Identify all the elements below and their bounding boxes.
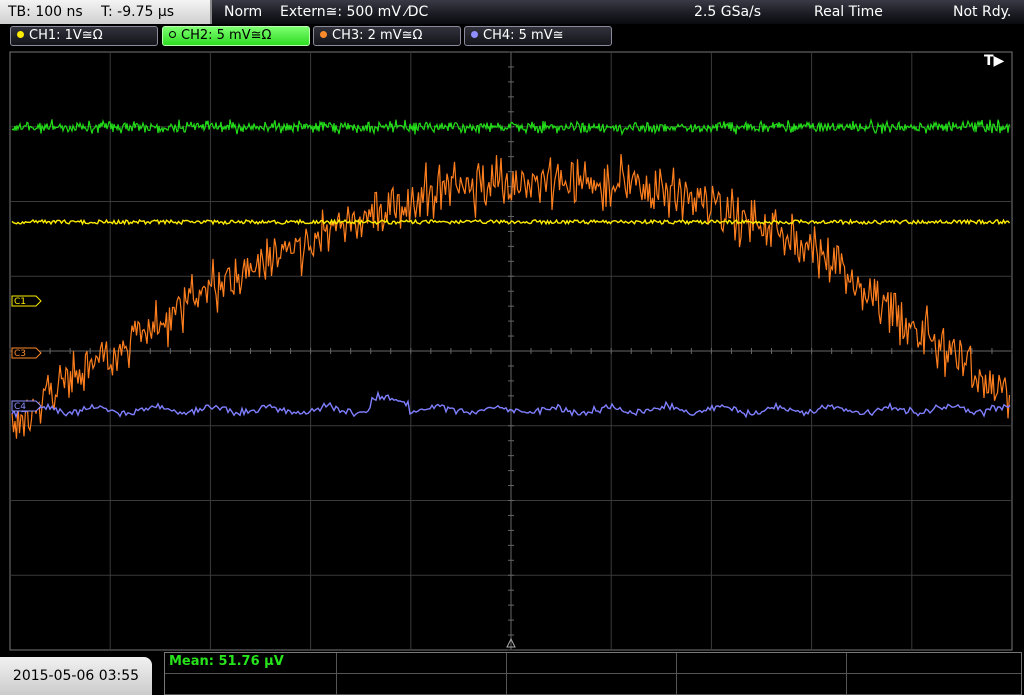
sample-rate-label: 2.5 GSa/s xyxy=(694,4,762,20)
measurement-table[interactable] xyxy=(164,652,1022,695)
c4-marker-label: C4 xyxy=(14,402,26,412)
c1-marker-label: C1 xyxy=(14,297,26,307)
timebase-label: TB: 100 ns xyxy=(8,4,83,20)
trigger-marker-icon[interactable]: T▶ xyxy=(984,53,1004,69)
tab-ch3-label: CH3: 2 mV≅Ω xyxy=(332,28,423,43)
ch2-color-icon xyxy=(169,31,176,38)
tab-ch4-label: CH4: 5 mV≅ xyxy=(483,28,564,43)
trigger-source-label[interactable]: Extern≅: 500 mV ⁄DC xyxy=(280,0,428,24)
meas-cell-3 xyxy=(507,653,677,673)
tab-ch3[interactable]: CH3: 2 mV≅Ω xyxy=(313,26,461,46)
meas-cell-5 xyxy=(165,674,337,694)
tab-ch2[interactable]: CH2: 5 mV≅Ω xyxy=(162,26,310,46)
trigger-status-label: Not Rdy. xyxy=(953,4,1012,20)
date-time-display: 2015-05-06 03:55 xyxy=(0,657,152,695)
acquire-mode-label[interactable]: Norm xyxy=(224,0,262,24)
c3-marker-label: C3 xyxy=(14,349,26,359)
trigger-time-label: T: -9.75 µs xyxy=(101,4,175,20)
waveform-display[interactable]: C1 C3 C4 xyxy=(0,50,1024,652)
channel-tabs: CH1: 1V≅Ω CH2: 5 mV≅Ω CH3: 2 mV≅Ω CH4: 5… xyxy=(0,26,1024,48)
tab-ch1-label: CH1: 1V≅Ω xyxy=(29,28,103,43)
c4-marker[interactable]: C4 xyxy=(11,400,42,412)
meas-cell-6 xyxy=(337,674,507,694)
meas-cell-7 xyxy=(507,674,677,694)
ch3-color-icon xyxy=(320,31,327,38)
meas-cell-4 xyxy=(677,653,847,673)
status-bar: TB: 100 ns T: -9.75 µs Norm Extern≅: 500… xyxy=(0,0,1024,24)
c3-marker[interactable]: C3 xyxy=(11,347,42,359)
meas-cell-8 xyxy=(677,674,847,694)
meas-cell-2 xyxy=(337,653,507,673)
acquisition-mode-label: Real Time xyxy=(814,4,883,20)
timebase-box[interactable]: TB: 100 ns T: -9.75 µs xyxy=(0,0,212,24)
measurement-row xyxy=(165,674,1021,695)
mean-measurement: Mean: 51.76 µV xyxy=(169,654,284,669)
ch1-color-icon xyxy=(17,31,24,38)
tab-ch1[interactable]: CH1: 1V≅Ω xyxy=(10,26,158,46)
measurement-row xyxy=(165,653,1021,674)
tab-ch2-label: CH2: 5 mV≅Ω xyxy=(181,28,272,43)
ch4-color-icon xyxy=(471,31,478,38)
tab-ch4[interactable]: CH4: 5 mV≅ xyxy=(464,26,612,46)
c1-marker[interactable]: C1 xyxy=(11,295,42,307)
